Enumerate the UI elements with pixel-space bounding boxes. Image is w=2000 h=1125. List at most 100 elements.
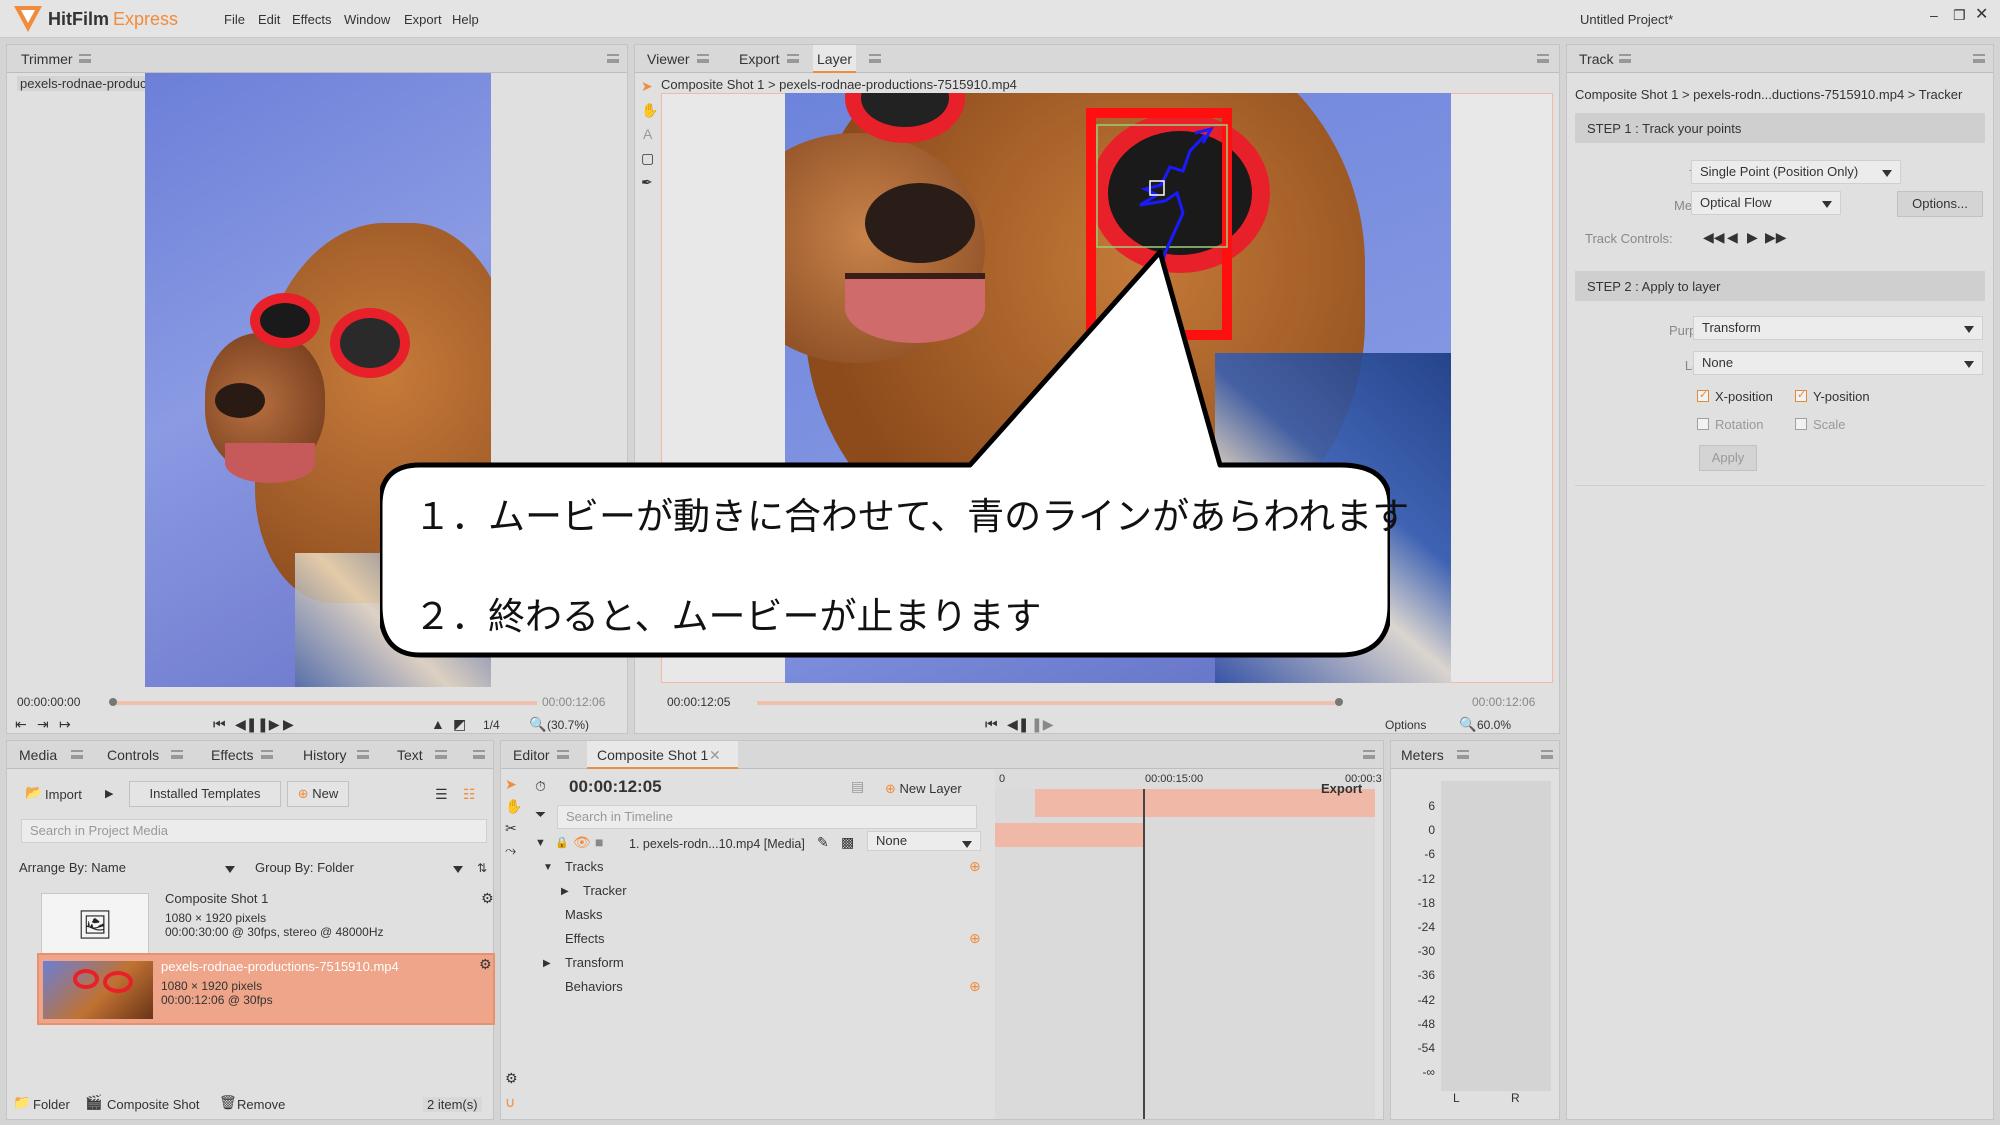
viewer-options[interactable]: Options: [1385, 718, 1426, 732]
menu-file[interactable]: File: [224, 12, 245, 27]
layer-bar[interactable]: [995, 823, 1143, 847]
lock-icon[interactable]: 🔒: [555, 836, 569, 850]
tab-track[interactable]: Track: [1575, 45, 1617, 73]
add-icon[interactable]: ⊕: [969, 931, 981, 945]
razor-icon[interactable]: ✂: [505, 821, 517, 835]
menu-export[interactable]: Export: [404, 12, 442, 27]
layer-name[interactable]: 1. pexels-rodn...10.mp4 [Media]: [629, 837, 805, 851]
pencil-icon[interactable]: ✎: [817, 835, 829, 849]
overlay-icon[interactable]: ↦: [59, 717, 71, 731]
tab-meters[interactable]: Meters: [1397, 741, 1448, 769]
tab-effects[interactable]: Effects: [207, 741, 258, 769]
tab-layer[interactable]: Layer: [813, 45, 857, 73]
tree-transform[interactable]: Transform: [565, 955, 624, 970]
text-tool-icon[interactable]: A: [643, 127, 652, 141]
import-arrow-icon[interactable]: ▶: [105, 787, 113, 801]
rect-mask-icon[interactable]: ▢: [641, 151, 654, 165]
step-back-icon[interactable]: ◀❚: [235, 717, 258, 731]
trimmer-playhead[interactable]: [109, 698, 117, 706]
detail-view-icon[interactable]: ☷: [463, 787, 476, 801]
import-button[interactable]: Import: [45, 787, 82, 802]
viewer-goto-start-icon[interactable]: ⏮: [985, 717, 998, 731]
remove-button[interactable]: Remove: [237, 1097, 285, 1112]
tab-trimmer[interactable]: Trimmer: [17, 45, 77, 73]
composite-shot-button[interactable]: Composite Shot: [107, 1097, 200, 1112]
play-icon[interactable]: ▶: [283, 717, 294, 731]
scale-checkbox[interactable]: [1795, 418, 1807, 430]
editor-hand-icon[interactable]: ✋: [505, 799, 522, 813]
folder-button[interactable]: Folder: [33, 1097, 70, 1112]
new-button[interactable]: ⊕ New: [287, 781, 349, 807]
rotation-checkbox[interactable]: [1697, 418, 1709, 430]
type-select[interactable]: Single Point (Position Only): [1691, 160, 1901, 184]
editor-export-button[interactable]: Export: [1321, 781, 1362, 796]
purpose-select[interactable]: Transform: [1693, 316, 1983, 340]
select-tool-icon[interactable]: ➤: [641, 79, 653, 93]
slip-icon[interactable]: ⤳: [505, 843, 516, 857]
x-position-checkbox[interactable]: [1697, 388, 1709, 402]
close-icon[interactable]: ✕: [1975, 7, 1988, 23]
viewer-step-forward-icon[interactable]: ❚▶: [1031, 717, 1054, 731]
visibility-icon[interactable]: ▼: [535, 836, 546, 850]
color-icon[interactable]: ◩: [453, 717, 466, 731]
set-in-icon[interactable]: ⇤: [15, 717, 27, 731]
tab-controls[interactable]: Controls: [103, 741, 163, 769]
installed-templates-button[interactable]: Installed Templates: [129, 781, 281, 807]
insert-icon[interactable]: ⇥: [37, 717, 49, 731]
add-icon[interactable]: ⊕: [969, 859, 981, 873]
menu-edit[interactable]: Edit: [258, 12, 280, 27]
viewer-scrubber[interactable]: [757, 701, 1337, 705]
tree-tracker[interactable]: Tracker: [583, 883, 627, 898]
eye-icon[interactable]: 👁: [573, 835, 591, 849]
add-icon[interactable]: ⊕: [969, 979, 981, 993]
layer-select[interactable]: None: [1693, 351, 1983, 375]
tab-editor[interactable]: Editor: [509, 741, 554, 769]
snap-icon[interactable]: ∪: [505, 1095, 515, 1109]
track-backward-all-icon[interactable]: ◀◀: [1703, 230, 1725, 244]
filter-icon[interactable]: ⏷: [535, 807, 546, 821]
new-layer-menu-icon[interactable]: ▤: [851, 779, 864, 793]
new-layer-button[interactable]: ⊕ New Layer: [885, 781, 962, 797]
checker-icon[interactable]: ▩: [841, 835, 854, 849]
track-backward-icon[interactable]: ◀: [1727, 230, 1738, 244]
menu-help[interactable]: Help: [452, 12, 479, 27]
pen-tool-icon[interactable]: ✒: [641, 175, 653, 189]
y-position-checkbox[interactable]: [1795, 388, 1807, 402]
sort-icon[interactable]: ⇅: [477, 861, 487, 875]
tab-media[interactable]: Media: [15, 741, 61, 769]
media-search-input[interactable]: Search in Project Media: [21, 819, 487, 843]
media-item-selected[interactable]: pexels-rodnae-productions-7515910.mp4 10…: [37, 953, 495, 1025]
menu-window[interactable]: Window: [344, 12, 390, 27]
tree-behaviors[interactable]: Behaviors: [565, 979, 623, 994]
minimize-icon[interactable]: –: [1930, 8, 1938, 22]
options-button[interactable]: Options...: [1897, 191, 1983, 217]
editor-select-icon[interactable]: ➤: [505, 777, 517, 791]
timeline-search-input[interactable]: Search in Timeline: [557, 805, 977, 829]
expand-arrow-icon[interactable]: ▼: [543, 861, 553, 875]
track-forward-all-icon[interactable]: ▶▶: [1765, 230, 1787, 244]
blend-mode-select[interactable]: None: [867, 831, 981, 851]
viewer-zoom[interactable]: 60.0%: [1477, 718, 1511, 732]
tab-export[interactable]: Export: [735, 45, 783, 73]
step-forward-icon[interactable]: ❚▶: [257, 717, 280, 731]
tab-text[interactable]: Text: [393, 741, 427, 769]
trimmer-scrubber[interactable]: [112, 701, 537, 705]
timeline-playhead[interactable]: [1143, 789, 1145, 1119]
comp-settings-icon[interactable]: ⚙: [481, 891, 494, 905]
viewer-playhead[interactable]: [1335, 698, 1343, 706]
tree-masks[interactable]: Masks: [565, 907, 603, 922]
quality-icon[interactable]: ▲: [431, 717, 445, 731]
timeline-area[interactable]: 0 00:00:15:00 00:00:3: [995, 769, 1382, 1119]
tree-tracks[interactable]: Tracks: [565, 859, 604, 874]
restore-icon[interactable]: ❐: [1953, 8, 1966, 22]
expand-arrow-icon[interactable]: ▶: [543, 957, 551, 971]
method-select[interactable]: Optical Flow: [1691, 191, 1841, 215]
arrange-select[interactable]: Arrange By: Name: [11, 857, 243, 881]
goto-start-icon[interactable]: ⏮: [213, 717, 226, 731]
menu-effects[interactable]: Effects: [292, 12, 332, 27]
expand-arrow-icon[interactable]: ▶: [561, 885, 569, 899]
trimmer-ratio[interactable]: 1/4: [483, 718, 500, 732]
track-forward-icon[interactable]: ▶: [1747, 230, 1758, 244]
tab-viewer[interactable]: Viewer: [643, 45, 694, 73]
apply-button[interactable]: Apply: [1699, 445, 1757, 471]
